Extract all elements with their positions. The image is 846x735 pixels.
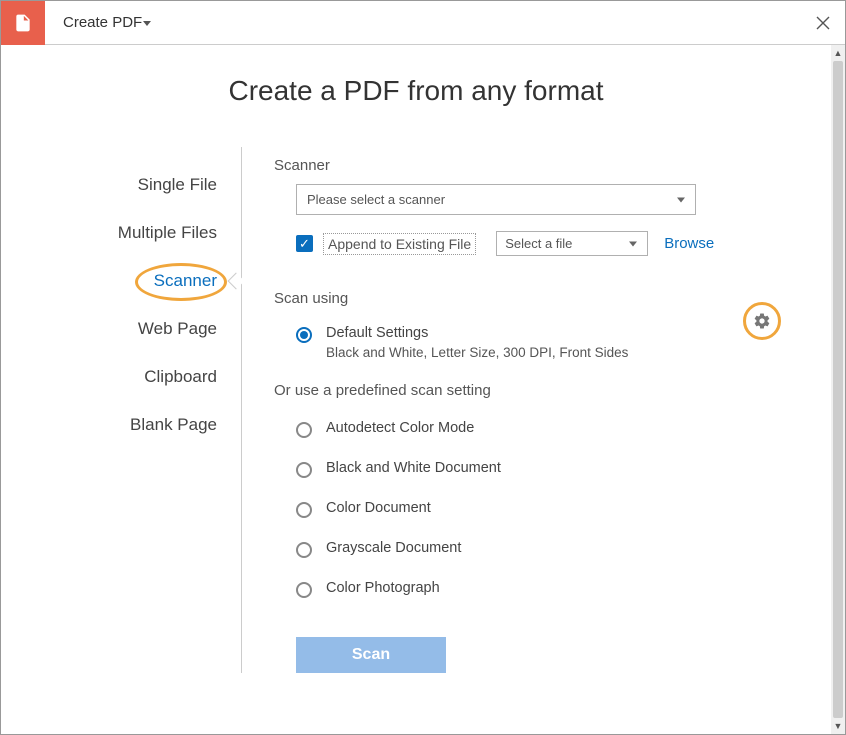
append-label: Append to Existing File (323, 233, 476, 255)
close-icon (816, 16, 830, 30)
titlebar: Create PDF (1, 1, 845, 45)
radio-color-photograph[interactable]: Color Photograph (296, 569, 781, 609)
scroll-down-icon[interactable]: ▼ (831, 718, 845, 734)
scroll-thumb[interactable] (833, 61, 843, 718)
scan-button[interactable]: Scan (296, 637, 446, 673)
radio-icon (296, 422, 312, 438)
content-area: Create a PDF from any format Single File… (1, 45, 831, 734)
radio-autodetect[interactable]: Autodetect Color Mode (296, 409, 781, 449)
app-icon (1, 1, 45, 45)
radio-bw-document[interactable]: Black and White Document (296, 449, 781, 489)
radio-grayscale-document[interactable]: Grayscale Document (296, 529, 781, 569)
scanner-section-label: Scanner (274, 157, 781, 174)
title-text[interactable]: Create PDF (63, 14, 151, 31)
radio-icon (296, 502, 312, 518)
source-nav: Single File Multiple Files Scanner Web P… (51, 147, 241, 673)
scan-using-label: Scan using (274, 290, 743, 307)
close-button[interactable] (801, 1, 845, 45)
radio-icon (296, 542, 312, 558)
nav-item-blank-page[interactable]: Blank Page (51, 401, 241, 449)
nav-item-single-file[interactable]: Single File (51, 161, 241, 209)
chevron-down-icon (143, 21, 151, 26)
nav-item-scanner[interactable]: Scanner (51, 257, 241, 305)
browse-link[interactable]: Browse (664, 235, 714, 252)
radio-icon (296, 582, 312, 598)
nav-item-multiple-files[interactable]: Multiple Files (51, 209, 241, 257)
predefined-label: Or use a predefined scan setting (274, 382, 781, 399)
nav-item-clipboard[interactable]: Clipboard (51, 353, 241, 401)
radio-icon (296, 462, 312, 478)
nav-item-web-page[interactable]: Web Page (51, 305, 241, 353)
radio-color-document[interactable]: Color Document (296, 489, 781, 529)
scroll-up-icon[interactable]: ▲ (831, 45, 845, 61)
chevron-down-icon (677, 197, 685, 202)
settings-gear-button[interactable] (743, 302, 781, 340)
scanner-dropdown[interactable]: Please select a scanner (296, 184, 696, 215)
gear-icon (753, 312, 771, 330)
file-select-dropdown[interactable]: Select a file (496, 231, 648, 256)
radio-icon (296, 327, 312, 343)
scrollbar[interactable]: ▲ ▼ (831, 45, 845, 734)
chevron-down-icon (629, 241, 637, 246)
radio-default-settings[interactable]: Default Settings Black and White, Letter… (296, 317, 743, 368)
page-heading: Create a PDF from any format (1, 75, 831, 107)
settings-panel: Scanner Please select a scanner ✓ Append… (241, 147, 801, 673)
append-checkbox[interactable]: ✓ (296, 235, 313, 252)
